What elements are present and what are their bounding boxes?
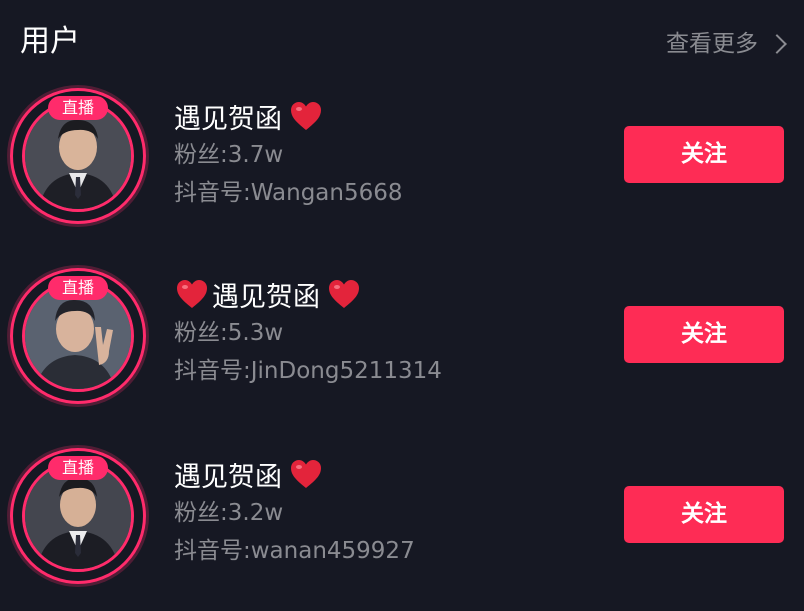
avatar-wrap[interactable]: 直播 xyxy=(10,268,146,404)
user-row[interactable]: 直播 遇见贺函 粉丝:3.2w 抖音号:wanan459927 关注 xyxy=(0,448,804,598)
follow-button[interactable]: 关注 xyxy=(624,306,784,363)
follow-button[interactable]: 关注 xyxy=(624,486,784,543)
user-info: 遇见贺函 粉丝:3.2w 抖音号:wanan459927 xyxy=(174,454,594,570)
heart-icon xyxy=(326,276,362,312)
user-name-line: 遇见贺函 xyxy=(174,96,594,136)
live-badge: 直播 xyxy=(48,276,108,300)
fans-count: 粉丝:3.2w xyxy=(174,500,284,526)
douyin-id: 抖音号:wanan459927 xyxy=(174,538,415,564)
follow-button[interactable]: 关注 xyxy=(624,126,784,183)
heart-icon xyxy=(288,456,324,492)
user-name-line: 遇见贺函 xyxy=(174,454,594,494)
user-row[interactable]: 直播 遇见贺函 粉丝:3.7w 抖音号:Wangan5668 关注 xyxy=(0,88,804,238)
live-badge: 直播 xyxy=(48,456,108,480)
heart-icon xyxy=(288,98,324,134)
chevron-right-icon xyxy=(767,34,787,54)
user-section-header: 用户 查看更多 xyxy=(0,0,804,88)
avatar-wrap[interactable]: 直播 xyxy=(10,448,146,584)
user-info: 遇见贺函 粉丝:3.7w 抖音号:Wangan5668 xyxy=(174,96,594,212)
user-name: 遇见贺函 xyxy=(174,103,282,135)
douyin-id: 抖音号:JinDong5211314 xyxy=(174,358,442,384)
fans-count: 粉丝:3.7w xyxy=(174,142,284,168)
search-results-page: 用户 查看更多 直播 遇见贺函 粉丝:3.7w 抖音号:Wangan5668 关… xyxy=(0,0,804,611)
heart-icon xyxy=(174,276,210,312)
see-more-link[interactable]: 查看更多 xyxy=(666,26,787,62)
douyin-id: 抖音号:Wangan5668 xyxy=(174,180,403,206)
live-badge: 直播 xyxy=(48,96,108,120)
user-name: 遇见贺函 xyxy=(174,461,282,493)
fans-count: 粉丝:5.3w xyxy=(174,320,284,346)
user-info: 遇见贺函 粉丝:5.3w 抖音号:JinDong5211314 xyxy=(174,274,594,390)
section-title: 用户 xyxy=(20,24,80,59)
user-name-line: 遇见贺函 xyxy=(174,274,594,314)
avatar-wrap[interactable]: 直播 xyxy=(10,88,146,224)
user-row[interactable]: 直播 遇见贺函 粉丝:5.3w 抖音号:JinDong5211314 关注 xyxy=(0,268,804,418)
user-name: 遇见贺函 xyxy=(212,281,320,313)
see-more-label: 查看更多 xyxy=(666,31,758,57)
